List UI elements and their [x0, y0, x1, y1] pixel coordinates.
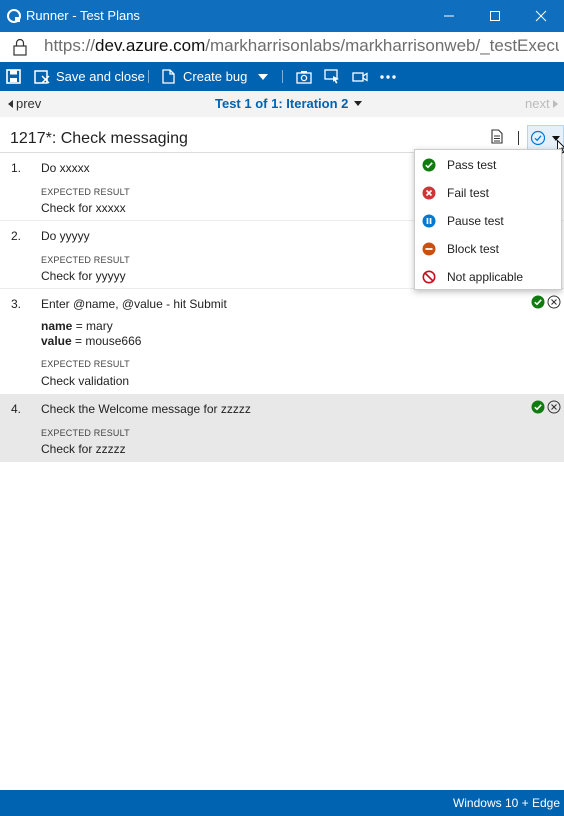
step-parameter: name = mary [41, 319, 113, 333]
check-circle-icon [530, 130, 546, 146]
menu-item-pass-test[interactable]: Pass test [415, 151, 561, 179]
lock-icon [13, 38, 27, 56]
prev-test-button[interactable]: prev [8, 96, 41, 111]
fail-icon [422, 186, 436, 200]
save-close-icon [34, 69, 50, 84]
minimize-icon [444, 15, 454, 17]
address-bar[interactable]: https://dev.azure.com/markharrisonlabs/m… [0, 32, 564, 62]
step-action: Do xxxxx [41, 161, 90, 175]
pass-icon [422, 158, 436, 172]
parameter-value: mouse666 [85, 334, 142, 348]
prev-label: prev [16, 96, 42, 111]
step-outcome-icons [531, 400, 561, 414]
expected-result: Check for zzzzz [41, 442, 126, 456]
menu-item-label: Fail test [447, 186, 490, 200]
step-parameter: value = mouse666 [41, 334, 142, 348]
url-text[interactable]: https://dev.azure.com/markharrisonlabs/m… [44, 36, 559, 56]
camera-icon [296, 70, 312, 84]
toolbar-divider [148, 70, 149, 83]
save-button[interactable] [6, 62, 21, 91]
test-navigation-bar: prev Test 1 of 1: Iteration 2 next [0, 91, 564, 117]
url-scheme: https:// [44, 36, 96, 55]
caret-down-icon [258, 73, 268, 80]
menu-item-not-applicable[interactable]: Not applicable [415, 263, 561, 291]
not-applicable-icon [422, 270, 436, 284]
step-number: 2. [11, 229, 22, 243]
expected-result: Check for yyyyy [41, 269, 126, 283]
parameter-name: value [41, 334, 72, 348]
url-host: dev.azure.com [95, 36, 206, 55]
status-footer: Windows 10 + Edge [0, 790, 564, 816]
parameter-value: mary [86, 319, 113, 333]
expected-result: Check for xxxxx [41, 201, 126, 215]
runner-toolbar: Save and close Create bug [0, 62, 564, 91]
iteration-selector[interactable]: Test 1 of 1: Iteration 2 [215, 96, 363, 111]
expected-result-label: EXPECTED RESULT [41, 359, 130, 369]
url-path: /markharrisonlabs/markharrisonweb/_testE… [205, 36, 559, 55]
save-and-close-label: Save and close [56, 69, 145, 84]
more-options-button[interactable] [380, 62, 396, 91]
step-number: 1. [11, 161, 22, 175]
header-divider [518, 131, 519, 145]
record-screen-button[interactable] [352, 62, 368, 91]
expected-result-label: EXPECTED RESULT [41, 255, 130, 265]
pause-icon [422, 214, 436, 228]
create-bug-button[interactable]: Create bug [162, 62, 247, 91]
caret-right-icon [552, 100, 558, 108]
parameter-name: name [41, 319, 73, 333]
test-details-icon[interactable] [491, 129, 503, 144]
step-number: 3. [11, 297, 22, 311]
step-action: Do yyyyy [41, 229, 90, 243]
create-bug-dropdown[interactable] [258, 62, 268, 91]
menu-item-block-test[interactable]: Block test [415, 235, 561, 263]
test-case-title: 1217*: Check messaging [10, 130, 188, 147]
toolbar-divider [282, 70, 283, 83]
next-label: next [525, 96, 550, 111]
caret-down-icon [354, 101, 363, 106]
maximize-icon [490, 11, 500, 21]
step-outcome-icons [531, 295, 561, 309]
expected-result-label: EXPECTED RESULT [41, 428, 130, 438]
capture-user-actions-button[interactable] [324, 62, 340, 91]
capture-screenshot-button[interactable] [296, 62, 312, 91]
close-icon [535, 10, 547, 22]
test-case-header: 1217*: Check messaging [0, 117, 564, 154]
menu-item-pause-test[interactable]: Pause test [415, 207, 561, 235]
window-title: Runner - Test Plans [26, 8, 140, 23]
step-action: Enter @name, @value - hit Submit [41, 297, 227, 311]
outcome-menu: Pass test Fail test Pause test Block tes… [414, 149, 562, 290]
more-icon [380, 74, 396, 79]
window-title-bar: Runner - Test Plans [0, 0, 564, 32]
menu-item-label: Block test [447, 242, 500, 256]
screen-capture-icon [324, 69, 339, 84]
block-icon [422, 242, 436, 256]
next-test-button[interactable]: next [525, 96, 558, 111]
menu-item-fail-test[interactable]: Fail test [415, 179, 561, 207]
azure-devops-icon [7, 9, 21, 23]
fail-step-icon[interactable] [547, 295, 561, 309]
expected-result-label: EXPECTED RESULT [41, 187, 130, 197]
pass-step-icon[interactable] [531, 400, 545, 414]
iteration-label: Test 1 of 1: Iteration 2 [215, 96, 349, 111]
document-icon [162, 69, 175, 84]
menu-item-label: Not applicable [447, 270, 524, 284]
video-camera-icon [352, 71, 368, 82]
test-step-3[interactable]: 3. Enter @name, @value - hit Submit name… [0, 289, 564, 393]
close-window-button[interactable] [518, 0, 564, 32]
caret-left-icon [8, 100, 13, 108]
maximize-button[interactable] [472, 0, 518, 32]
create-bug-label: Create bug [183, 69, 248, 84]
test-step-4[interactable]: 4. Check the Welcome message for zzzzz E… [0, 394, 564, 462]
minimize-button[interactable] [426, 0, 472, 32]
menu-item-label: Pass test [447, 158, 497, 172]
fail-step-icon[interactable] [547, 400, 561, 414]
step-action: Check the Welcome message for zzzzz [41, 402, 251, 416]
menu-item-label: Pause test [447, 214, 504, 228]
platform-label: Windows 10 + Edge [452, 796, 560, 810]
pass-step-icon[interactable] [531, 295, 545, 309]
save-icon [6, 69, 21, 84]
save-and-close-button[interactable]: Save and close [34, 62, 145, 91]
expected-result: Check validation [41, 374, 130, 388]
step-number: 4. [11, 402, 22, 416]
